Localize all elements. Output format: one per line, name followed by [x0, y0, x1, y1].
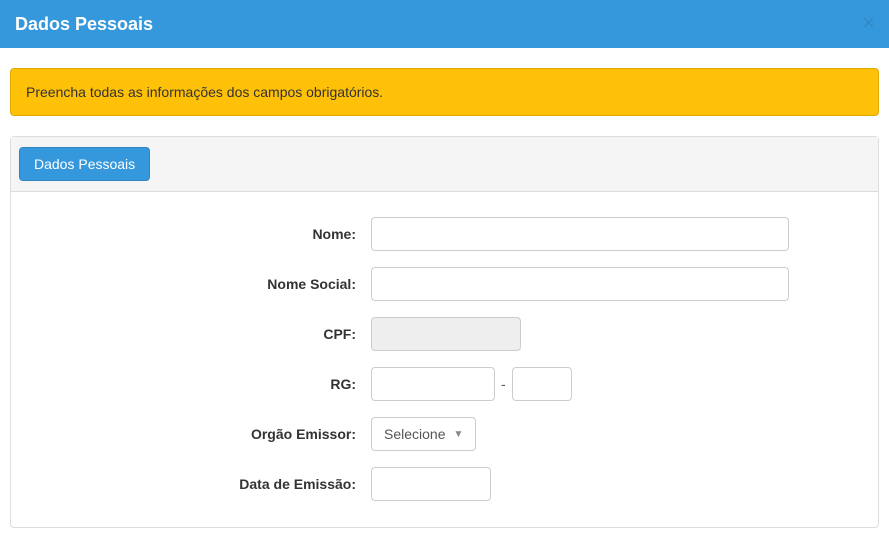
row-orgao-emissor: Orgão Emissor: Selecione ▼ [26, 417, 863, 451]
modal-title: Dados Pessoais [15, 14, 153, 34]
label-nome: Nome: [26, 226, 371, 242]
input-data-emissao[interactable] [371, 467, 491, 501]
row-cpf: CPF: [26, 317, 863, 351]
alert-warning: Preencha todas as informações dos campos… [10, 68, 879, 116]
input-rg[interactable] [371, 367, 495, 401]
input-rg-digit[interactable] [512, 367, 572, 401]
modal-header: Dados Pessoais × [0, 0, 889, 48]
alert-message: Preencha todas as informações dos campos… [26, 84, 383, 100]
input-nome[interactable] [371, 217, 789, 251]
modal-dados-pessoais: Dados Pessoais × Preencha todas as infor… [0, 0, 889, 538]
select-orgao-emissor[interactable]: Selecione ▼ [371, 417, 476, 451]
chevron-down-icon: ▼ [454, 429, 464, 440]
row-data-emissao: Data de Emissão: [26, 467, 863, 501]
row-nome-social: Nome Social: [26, 267, 863, 301]
rg-dash: - [501, 376, 506, 392]
form-body: Nome: Nome Social: CPF: [11, 192, 878, 527]
label-orgao-emissor: Orgão Emissor: [26, 426, 371, 442]
form-panel: Dados Pessoais Nome: Nome Social: CPF: [10, 136, 879, 528]
input-cpf [371, 317, 521, 351]
modal-body: Preencha todas as informações dos campos… [0, 48, 889, 538]
label-cpf: CPF: [26, 326, 371, 342]
row-nome: Nome: [26, 217, 863, 251]
input-nome-social[interactable] [371, 267, 789, 301]
label-rg: RG: [26, 376, 371, 392]
select-orgao-emissor-value: Selecione [384, 426, 446, 442]
tab-bar: Dados Pessoais [11, 137, 878, 192]
label-nome-social: Nome Social: [26, 276, 371, 292]
label-data-emissao: Data de Emissão: [26, 476, 371, 492]
row-rg: RG: - [26, 367, 863, 401]
tab-dados-pessoais[interactable]: Dados Pessoais [19, 147, 150, 181]
close-icon[interactable]: × [862, 12, 875, 34]
